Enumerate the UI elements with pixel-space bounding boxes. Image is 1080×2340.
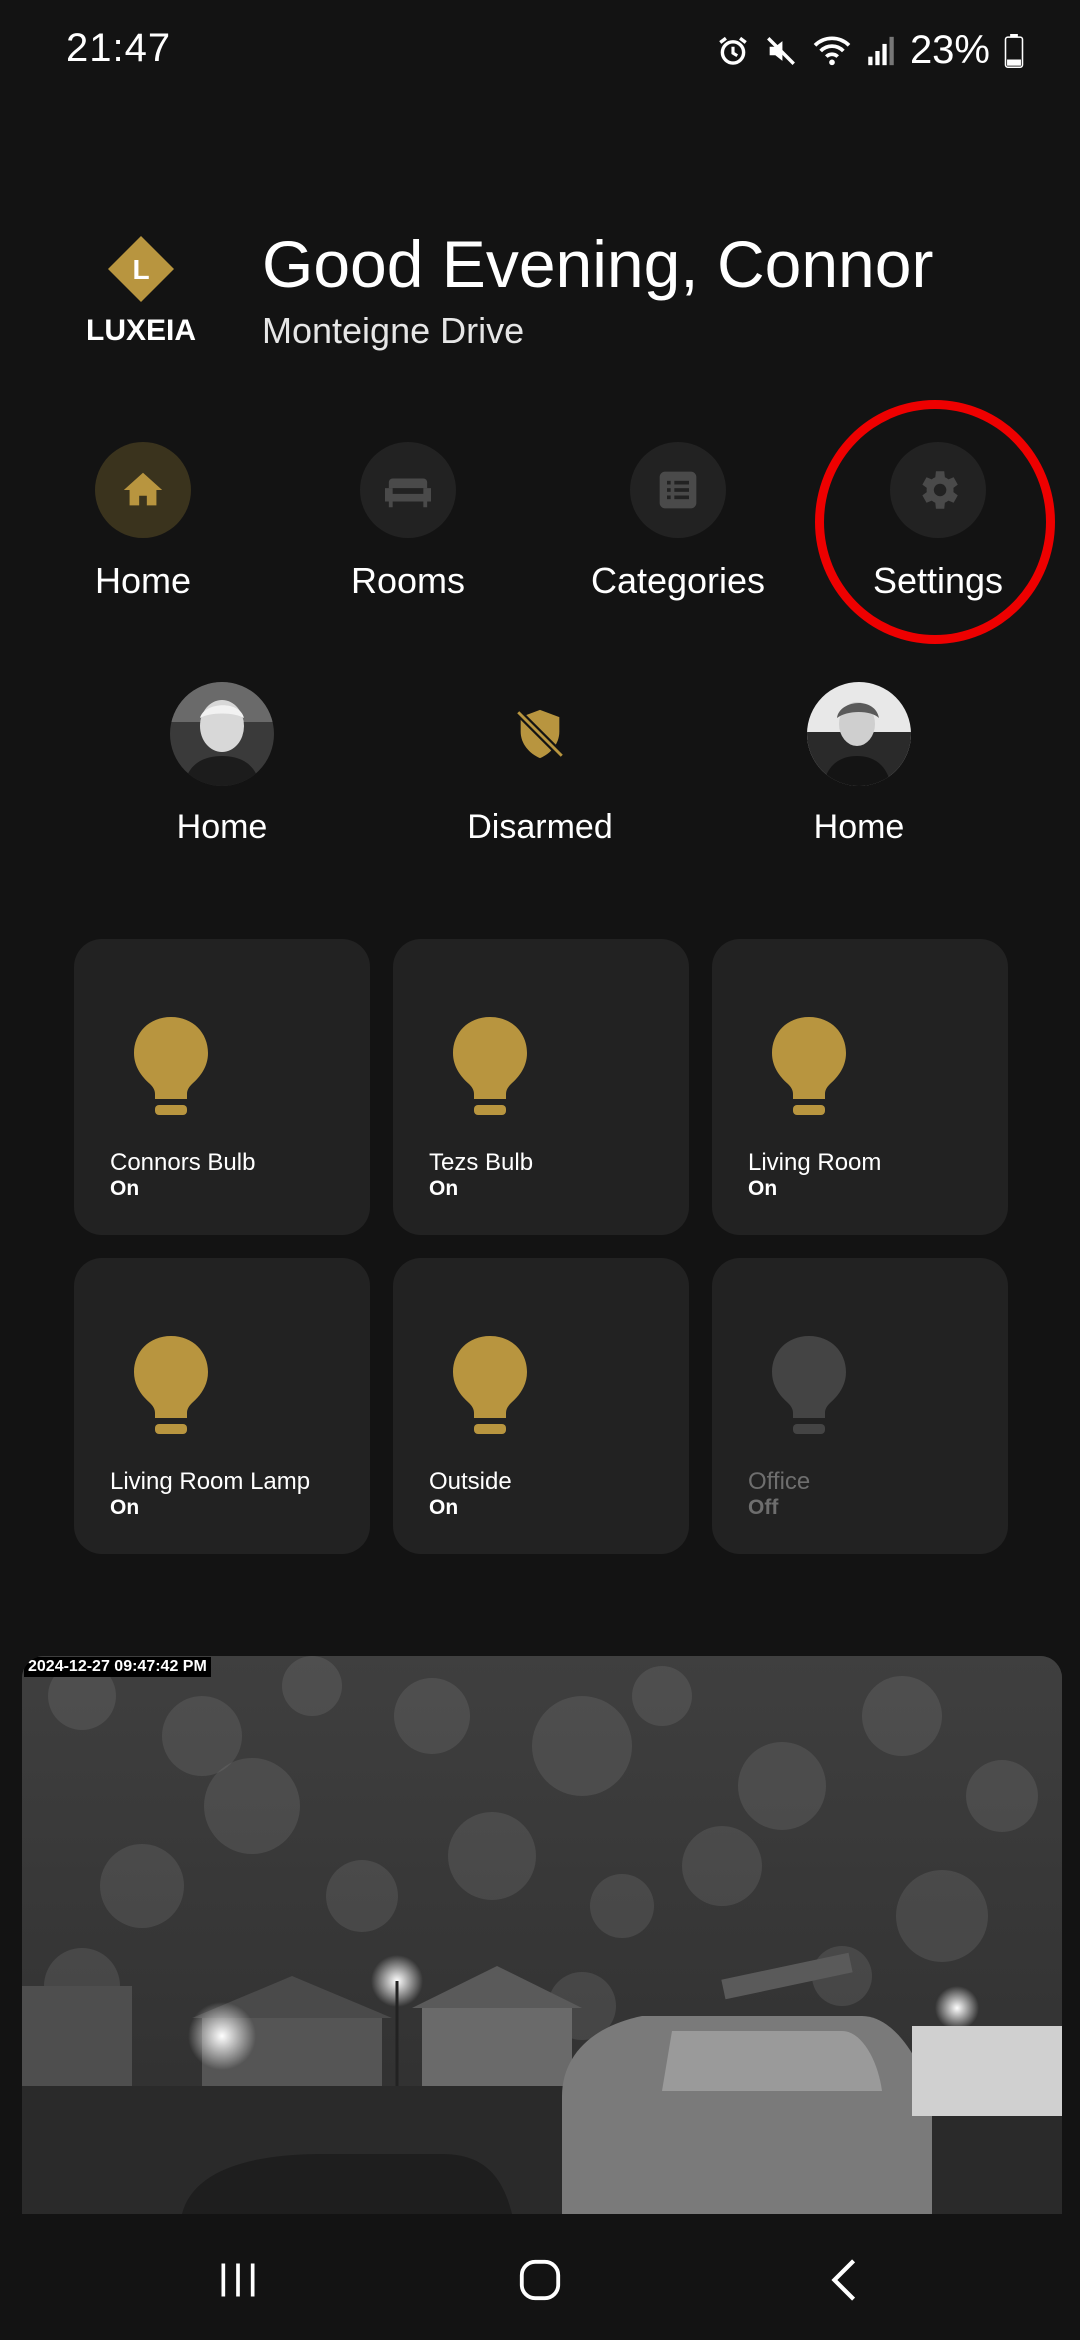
light-name: Office — [748, 1468, 811, 1495]
home-button[interactable] — [500, 2250, 580, 2310]
battery-icon — [1004, 33, 1024, 68]
presence-person-2[interactable]: Home — [749, 682, 969, 847]
nav-rooms-label: Rooms — [350, 560, 466, 601]
lightbulb-icon — [134, 1017, 208, 1115]
nav-settings[interactable]: Settings — [828, 442, 1048, 612]
recent-apps-button[interactable] — [198, 2250, 278, 2310]
lightbulb-icon — [772, 1336, 846, 1434]
avatar — [807, 682, 911, 786]
lightbulb-icon — [453, 1336, 527, 1434]
light-tile-connors-bulb[interactable]: Connors Bulb On — [74, 939, 370, 1235]
light-state: On — [110, 1496, 140, 1519]
light-state: On — [429, 1177, 459, 1200]
light-tile-living-room-lamp[interactable]: Living Room Lamp On — [74, 1258, 370, 1554]
battery-percentage: 23% — [909, 28, 990, 72]
lightbulb-icon — [134, 1336, 208, 1434]
signal-icon — [868, 36, 894, 65]
gear-icon — [922, 471, 958, 509]
status-time: 21:47 — [66, 26, 172, 70]
nav-categories-label: Categories — [590, 560, 766, 601]
light-name: Living Room Lamp — [110, 1468, 311, 1495]
light-tile-living-room[interactable]: Living Room On — [712, 939, 1008, 1235]
nav-home[interactable]: Home — [33, 442, 253, 612]
recent-apps-icon — [221, 2263, 255, 2297]
shield-off-icon — [515, 709, 565, 759]
system-nav-bar — [0, 2214, 1080, 2340]
nav-home-label: Home — [94, 560, 192, 601]
wifi-icon — [813, 35, 851, 65]
light-state: Off — [748, 1496, 779, 1519]
back-chevron-icon — [831, 2259, 856, 2301]
list-icon — [659, 471, 697, 509]
home-circle-icon — [519, 2259, 561, 2301]
lightbulb-icon — [772, 1017, 846, 1115]
camera-image — [22, 1656, 1062, 2214]
light-state: On — [110, 1177, 140, 1200]
presence-person-1[interactable]: Home — [112, 682, 332, 847]
camera-timestamp: 2024-12-27 09:47:42 PM — [24, 1657, 211, 1677]
light-name: Tezs Bulb — [429, 1149, 534, 1176]
brand-logo: L LUXEIA — [86, 236, 196, 356]
light-name: Living Room — [748, 1149, 882, 1176]
status-bar: 21:47 23% — [0, 0, 1080, 100]
sofa-icon — [385, 478, 431, 508]
nav-categories[interactable]: Categories — [568, 442, 788, 612]
camera-feed[interactable]: 2024-12-27 09:47:42 PM — [22, 1656, 1062, 2214]
light-state: On — [429, 1496, 459, 1519]
greeting-title: Good Evening, Connor — [262, 227, 934, 301]
presence-label: Disarmed — [467, 808, 613, 846]
nav-rooms[interactable]: Rooms — [298, 442, 518, 612]
nav-settings-label: Settings — [872, 560, 1004, 601]
presence-alarm[interactable]: Disarmed — [430, 682, 650, 847]
light-state: On — [748, 1177, 778, 1200]
light-tile-outside[interactable]: Outside On — [393, 1258, 689, 1554]
light-name: Outside — [429, 1468, 512, 1495]
status-icons: 23% — [716, 28, 1024, 73]
alarm-icon — [719, 36, 747, 65]
svg-text:L: L — [132, 254, 149, 285]
light-tile-tezs-bulb[interactable]: Tezs Bulb On — [393, 939, 689, 1235]
presence-label: Home — [813, 808, 905, 846]
logo-diamond-icon: L — [108, 236, 174, 302]
avatar — [170, 682, 274, 786]
home-icon — [123, 472, 163, 506]
presence-label: Home — [176, 808, 268, 846]
back-button[interactable] — [804, 2250, 884, 2310]
light-name: Connors Bulb — [110, 1149, 256, 1176]
lightbulb-icon — [453, 1017, 527, 1115]
brand-name: LUXEIA — [86, 314, 197, 347]
light-tile-office[interactable]: Office Off — [712, 1258, 1008, 1554]
mute-icon — [766, 36, 795, 65]
address-subtitle: Monteigne Drive — [262, 310, 525, 351]
